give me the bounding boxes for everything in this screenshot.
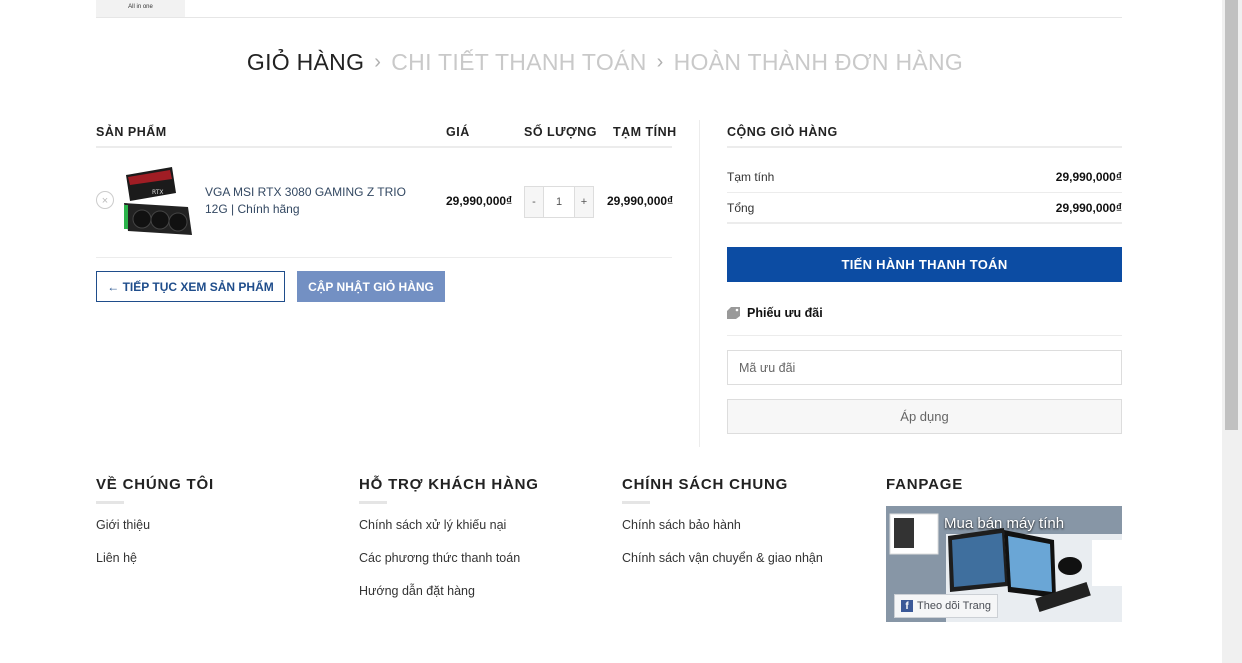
total-label: Tổng bbox=[727, 201, 755, 215]
quantity-stepper[interactable]: - 1 + bbox=[524, 186, 594, 218]
footer-link-order-guide[interactable]: Hướng dẫn đặt hàng bbox=[359, 584, 539, 598]
header-divider bbox=[96, 17, 1122, 18]
footer-link-contact[interactable]: Liên hệ bbox=[96, 551, 214, 565]
facebook-page-widget[interactable]: Mua bán máy tính f Theo dõi Trang bbox=[886, 506, 1122, 622]
chevron-right-icon: › bbox=[656, 51, 664, 74]
quantity-minus-button[interactable]: - bbox=[525, 187, 544, 217]
col-product: SẢN PHẨM bbox=[96, 125, 167, 139]
chevron-right-icon: › bbox=[374, 51, 382, 74]
subtotal-label: Tạm tính bbox=[727, 170, 775, 184]
update-cart-button[interactable]: CẬP NHẬT GIỎ HÀNG bbox=[297, 271, 445, 302]
follow-page-label: Theo dõi Trang bbox=[917, 600, 991, 612]
item-subtotal: 29,990,000₫ bbox=[607, 194, 674, 208]
footer-link-complaints[interactable]: Chính sách xử lý khiếu nại bbox=[359, 518, 539, 532]
scrollbar[interactable] bbox=[1222, 0, 1242, 663]
coupon-title: Phiếu ưu đãi bbox=[727, 306, 823, 320]
fanpage-name[interactable]: Mua bán máy tính bbox=[944, 515, 1064, 532]
table-header-divider bbox=[96, 146, 672, 148]
totals-bottom-divider bbox=[727, 222, 1122, 224]
footer-fanpage-title: FANPAGE bbox=[886, 476, 963, 493]
footer-title-bar bbox=[96, 501, 124, 504]
footer-policy: CHÍNH SÁCH CHUNG Chính sách bảo hành Chí… bbox=[622, 476, 823, 565]
step-order-complete: HOÀN THÀNH ĐƠN HÀNG bbox=[673, 49, 964, 76]
product-thumbnail[interactable]: RTX bbox=[122, 165, 194, 239]
footer-title-bar bbox=[359, 501, 387, 504]
footer-about-title: VỀ CHÚNG TÔI bbox=[96, 476, 214, 493]
footer-link-shipping[interactable]: Chính sách vận chuyển & giao nhận bbox=[622, 551, 823, 565]
tag-icon bbox=[727, 307, 740, 319]
site-logo[interactable]: All in one bbox=[96, 0, 185, 17]
footer-link-payment-methods[interactable]: Các phương thức thanh toán bbox=[359, 551, 539, 565]
product-name-link[interactable]: VGA MSI RTX 3080 GAMING Z TRIO 12G | Chí… bbox=[205, 184, 425, 218]
coupon-title-text: Phiếu ưu đãi bbox=[747, 306, 823, 320]
quantity-input[interactable]: 1 bbox=[544, 187, 574, 217]
footer-support-title: HỖ TRỢ KHÁCH HÀNG bbox=[359, 476, 539, 493]
step-cart[interactable]: GIỎ HÀNG bbox=[247, 49, 364, 76]
logo-text: All in one bbox=[128, 4, 153, 10]
footer-fanpage: FANPAGE bbox=[886, 476, 963, 493]
checkout-steps: GIỎ HÀNG › CHI TIẾT THANH TOÁN › HOÀN THÀNH … bbox=[0, 48, 1210, 76]
proceed-to-checkout-button[interactable]: TIẾN HÀNH THANH TOÁN bbox=[727, 247, 1122, 282]
totals-divider bbox=[727, 192, 1122, 193]
footer-link-warranty[interactable]: Chính sách bảo hành bbox=[622, 518, 823, 532]
footer-link-about[interactable]: Giới thiệu bbox=[96, 518, 214, 532]
scrollbar-thumb[interactable] bbox=[1225, 0, 1238, 430]
continue-shopping-button[interactable]: ← TIẾP TỤC XEM SẢN PHẨM bbox=[96, 271, 285, 302]
col-subtotal: TẠM TÍNH bbox=[613, 125, 677, 139]
total-value: 29,990,000₫ bbox=[1055, 201, 1122, 215]
coupon-divider bbox=[727, 335, 1122, 336]
quantity-plus-button[interactable]: + bbox=[574, 187, 593, 217]
item-price: 29,990,000₫ bbox=[446, 194, 513, 208]
row-divider bbox=[96, 257, 672, 258]
facebook-icon: f bbox=[901, 600, 913, 612]
column-divider bbox=[699, 120, 700, 447]
col-quantity: SỐ LƯỢNG bbox=[524, 125, 597, 139]
apply-coupon-button[interactable]: Áp dụng bbox=[727, 399, 1122, 434]
svg-text:RTX: RTX bbox=[152, 189, 164, 196]
coupon-code-input[interactable]: Mã ưu đãi bbox=[727, 350, 1122, 385]
totals-header-divider bbox=[727, 146, 1122, 148]
footer-title-bar bbox=[622, 501, 650, 504]
remove-item-button[interactable]: × bbox=[96, 191, 114, 209]
subtotal-value: 29,990,000₫ bbox=[1055, 170, 1122, 184]
col-price: GIÁ bbox=[446, 125, 470, 139]
cart-totals-title: CỘNG GIỎ HÀNG bbox=[727, 125, 838, 139]
footer-about: VỀ CHÚNG TÔI Giới thiệu Liên hệ bbox=[96, 476, 214, 565]
footer-support: HỖ TRỢ KHÁCH HÀNG Chính sách xử lý khiếu… bbox=[359, 476, 539, 598]
footer-policy-title: CHÍNH SÁCH CHUNG bbox=[622, 476, 789, 493]
step-checkout-details[interactable]: CHI TIẾT THANH TOÁN bbox=[391, 49, 646, 76]
follow-page-button[interactable]: f Theo dõi Trang bbox=[894, 594, 998, 618]
